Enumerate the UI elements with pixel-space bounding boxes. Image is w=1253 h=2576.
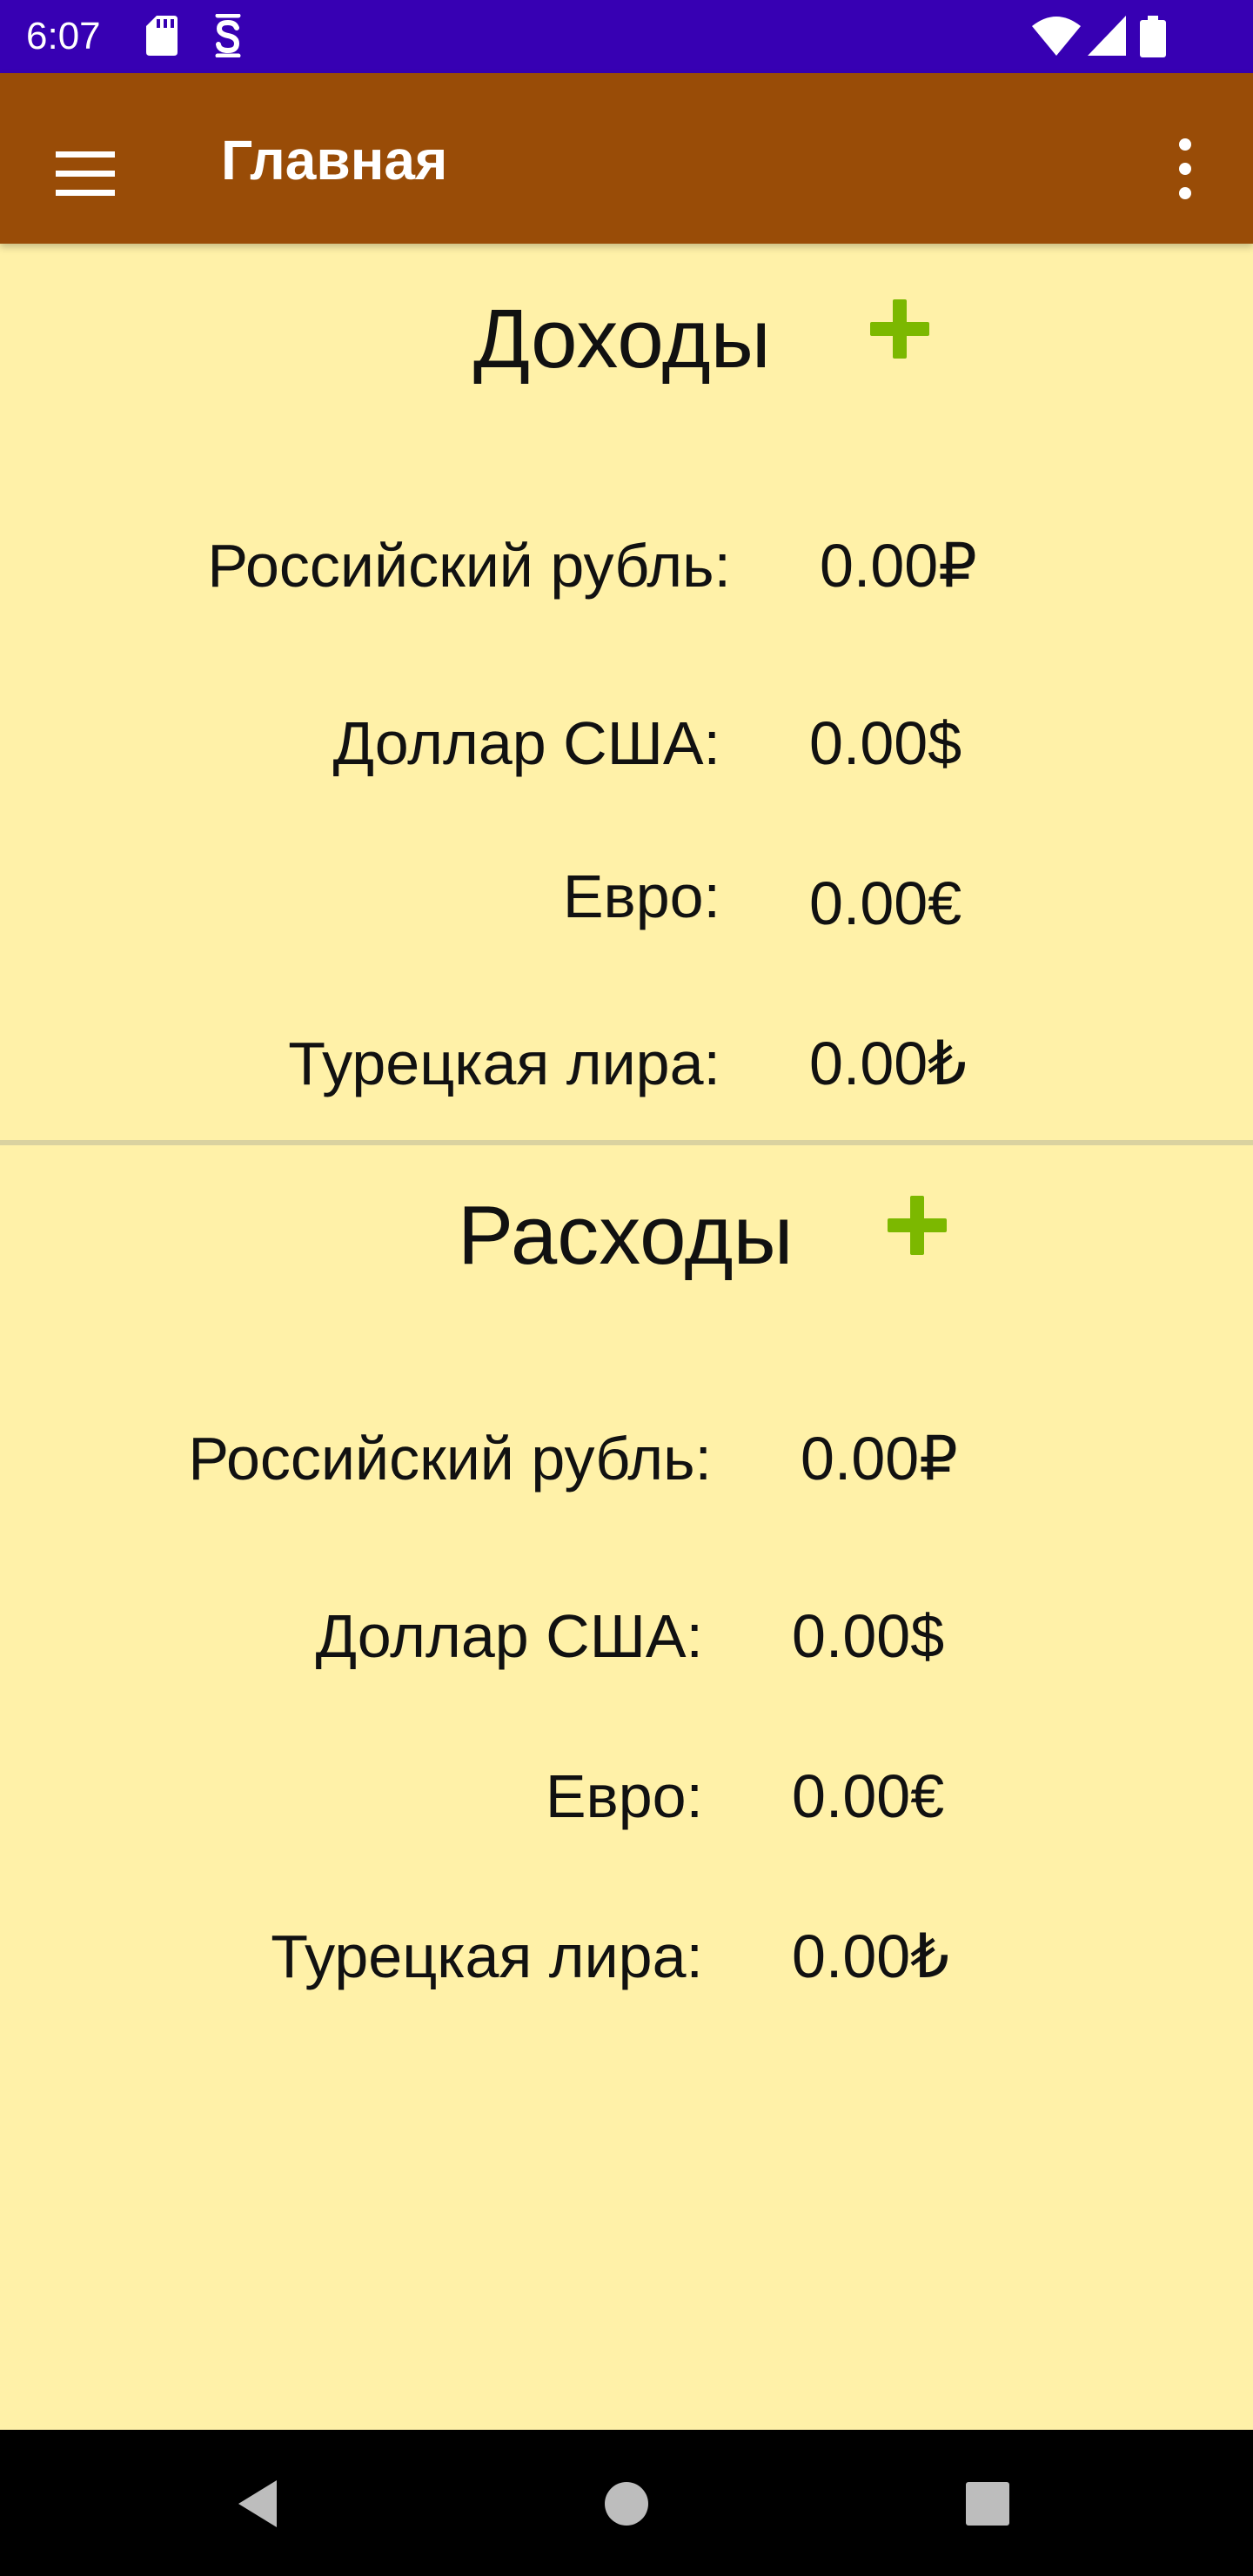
- expense-try-value: 0.00₺: [792, 1922, 949, 1990]
- income-eur-label: Евро:: [562, 862, 720, 930]
- expense-rub-value: 0.00₽: [801, 1425, 958, 1493]
- navigation-bar: [0, 2430, 1253, 2576]
- expense-try-label: Турецкая лира:: [271, 1922, 703, 1990]
- income-try-label: Турецкая лира:: [288, 1030, 720, 1097]
- expense-usd-label: Доллар США:: [315, 1602, 703, 1670]
- income-title: Доходы: [473, 292, 771, 386]
- signal-icon: [1088, 16, 1126, 56]
- expense-usd-value: 0.00$: [792, 1602, 945, 1670]
- overflow-menu-icon[interactable]: [1157, 125, 1209, 212]
- toolbar: Главная: [0, 73, 1253, 244]
- recents-icon[interactable]: [948, 2465, 1027, 2543]
- income-rub-value: 0.00₽: [820, 532, 977, 600]
- expenses-title: Расходы: [458, 1189, 794, 1282]
- page-title: Главная: [221, 129, 448, 191]
- s-icon: [215, 14, 241, 57]
- section-divider: [0, 1140, 1253, 1145]
- expense-rub-label: Российский рубль:: [188, 1425, 712, 1493]
- back-icon[interactable]: [223, 2465, 301, 2543]
- battery-icon: [1140, 16, 1166, 57]
- add-income-button[interactable]: [865, 294, 935, 364]
- status-time: 6:07: [26, 15, 101, 57]
- home-icon[interactable]: [587, 2465, 666, 2543]
- add-expense-button[interactable]: [882, 1191, 952, 1260]
- income-usd-value: 0.00$: [809, 709, 962, 777]
- sd-card-icon: [146, 16, 178, 56]
- income-eur-value: 0.00€: [809, 869, 962, 937]
- expense-eur-value: 0.00€: [792, 1762, 945, 1830]
- income-usd-label: Доллар США:: [332, 709, 720, 777]
- wifi-icon: [1032, 17, 1081, 56]
- expense-eur-label: Евро:: [545, 1762, 703, 1830]
- income-try-value: 0.00₺: [809, 1030, 967, 1097]
- income-rub-label: Российский рубль:: [207, 532, 731, 600]
- status-bar: 6:07: [0, 0, 1253, 73]
- hamburger-menu-icon[interactable]: [42, 131, 129, 218]
